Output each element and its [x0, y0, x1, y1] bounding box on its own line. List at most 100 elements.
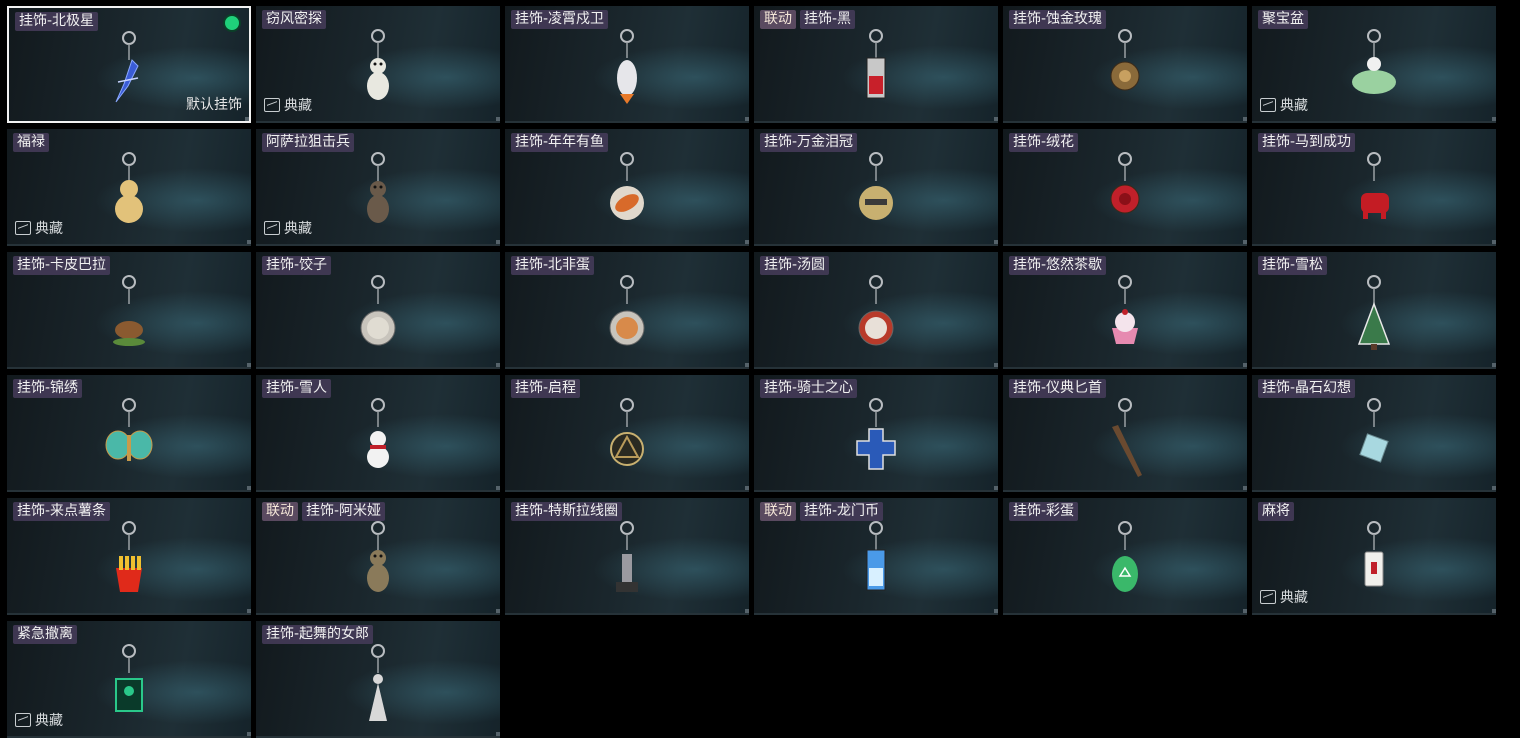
pendant-card[interactable]: 挂饰-卡皮巴拉 — [7, 252, 251, 369]
pendant-card[interactable]: 挂饰-雪人 — [256, 375, 500, 492]
pendant-preview-icon — [1110, 29, 1140, 91]
pendant-preview-icon — [609, 275, 645, 346]
pendant-card[interactable]: 挂饰-骑士之心 — [754, 375, 998, 492]
pendant-preview-icon — [115, 31, 139, 103]
collab-badge: 联动 — [760, 10, 796, 29]
pendant-preview-icon — [369, 644, 387, 721]
pendant-card[interactable]: 挂饰-汤圆 — [754, 252, 998, 369]
collection-badge: 典藏 — [1260, 95, 1308, 115]
collection-label: 典藏 — [35, 713, 63, 729]
pendant-name: 挂饰-启程 — [511, 379, 581, 398]
pendant-labels: 挂饰-蚀金玫瑰 — [1009, 10, 1107, 29]
pendant-card[interactable]: 挂饰-年年有鱼 — [505, 129, 749, 246]
pendant-labels: 窃风密探 — [262, 10, 326, 29]
pendant-labels: 紧急撤离 — [13, 625, 77, 644]
pendant-name: 挂饰-年年有鱼 — [511, 133, 609, 152]
pendant-preview-icon — [616, 521, 638, 592]
pendant-labels: 挂饰-饺子 — [262, 256, 332, 275]
pendant-card[interactable]: 挂饰-晶石幻想 — [1252, 375, 1496, 492]
pendant-card[interactable]: 福禄 典藏 — [7, 129, 251, 246]
pendant-card[interactable]: 挂饰-北极星 默认挂饰 — [7, 6, 251, 123]
pendant-labels: 联动 挂饰-龙门币 — [760, 502, 884, 521]
collab-badge: 联动 — [262, 502, 298, 521]
pendant-name: 紧急撤离 — [13, 625, 77, 644]
image-frame-icon — [264, 98, 280, 112]
collection-badge: 典藏 — [15, 218, 63, 238]
pendant-name: 窃风密探 — [262, 10, 326, 29]
pendant-card[interactable]: 挂饰-万金泪冠 — [754, 129, 998, 246]
pendant-labels: 挂饰-马到成功 — [1258, 133, 1356, 152]
pendant-preview-icon — [1364, 521, 1384, 587]
pendant-card[interactable]: 挂饰-饺子 — [256, 252, 500, 369]
pendant-card[interactable]: 挂饰-来点薯条 — [7, 498, 251, 615]
pendant-card[interactable]: 紧急撤离典藏 — [7, 621, 251, 738]
pendant-card[interactable]: 聚宝盆 典藏 — [1252, 6, 1496, 123]
pendant-labels: 挂饰-骑士之心 — [760, 379, 858, 398]
pendant-name: 挂饰-蚀金玫瑰 — [1009, 10, 1107, 29]
pendant-labels: 挂饰-悠然茶歇 — [1009, 256, 1107, 275]
pendant-name: 挂饰-黑 — [800, 10, 856, 29]
pendant-preview-icon — [115, 644, 143, 712]
pendant-preview-icon — [367, 521, 389, 592]
pendant-card[interactable]: 挂饰-绒花 — [1003, 129, 1247, 246]
pendant-labels: 挂饰-万金泪冠 — [760, 133, 858, 152]
pendant-card[interactable]: 挂饰-雪松 — [1252, 252, 1496, 369]
pendant-card[interactable]: 挂饰-蚀金玫瑰 — [1003, 6, 1247, 123]
pendant-labels: 挂饰-特斯拉线圈 — [511, 502, 623, 521]
image-frame-icon — [264, 221, 280, 235]
pendant-card[interactable]: 挂饰-特斯拉线圈 — [505, 498, 749, 615]
pendant-name: 聚宝盆 — [1258, 10, 1308, 29]
collection-badge: 典藏 — [1260, 587, 1308, 607]
pendant-name: 麻将 — [1258, 502, 1294, 521]
pendant-card[interactable]: 挂饰-马到成功 — [1252, 129, 1496, 246]
collection-badge: 典藏 — [264, 218, 312, 238]
collab-badge: 联动 — [760, 502, 796, 521]
pendant-name: 挂饰-晶石幻想 — [1258, 379, 1356, 398]
pendant-preview-icon — [1112, 275, 1138, 344]
pendant-card[interactable]: 挂饰-北非蛋 — [505, 252, 749, 369]
pendant-preview-icon — [1361, 152, 1389, 219]
pendant-name: 挂饰-起舞的女郎 — [262, 625, 374, 644]
pendant-preview-icon — [105, 398, 153, 461]
pendant-labels: 挂饰-仪典匕首 — [1009, 379, 1107, 398]
pendant-card[interactable]: 挂饰-起舞的女郎 — [256, 621, 500, 738]
pendant-name: 挂饰-仪典匕首 — [1009, 379, 1107, 398]
pendant-card[interactable]: 挂饰-启程 — [505, 375, 749, 492]
pendant-card[interactable]: 挂饰-悠然茶歇 — [1003, 252, 1247, 369]
pendant-card[interactable]: 麻将 典藏 — [1252, 498, 1496, 615]
pendant-preview-icon — [1359, 398, 1389, 463]
pendant-card[interactable]: 挂饰-凌霄戍卫 — [505, 6, 749, 123]
pendant-card[interactable]: 联动 挂饰-黑 — [754, 6, 998, 123]
pendant-card[interactable]: 联动 挂饰-阿米娅 — [256, 498, 500, 615]
pendant-preview-icon — [1357, 275, 1391, 350]
pendant-name: 挂饰-北非蛋 — [511, 256, 595, 275]
pendant-name: 挂饰-凌霄戍卫 — [511, 10, 609, 29]
collection-badge: 典藏 — [15, 710, 63, 730]
pendant-labels: 挂饰-晶石幻想 — [1258, 379, 1356, 398]
pendant-labels: 挂饰-汤圆 — [760, 256, 830, 275]
equipped-indicator-icon — [223, 14, 241, 32]
pendant-labels: 挂饰-锦绣 — [13, 379, 83, 398]
pendant-grid: 挂饰-北极星 默认挂饰 窃风密探 典藏 挂饰-凌霄戍卫 联动 挂饰-黑 挂饰-蚀金玫瑰 聚宝盆典… — [7, 6, 1496, 738]
pendant-preview-icon — [367, 398, 389, 468]
pendant-card[interactable]: 挂饰-仪典匕首 — [1003, 375, 1247, 492]
collection-badge: 典藏 — [264, 95, 312, 115]
image-frame-icon — [1260, 590, 1276, 604]
pendant-card[interactable]: 联动 挂饰-龙门币 — [754, 498, 998, 615]
collection-label: 典藏 — [284, 221, 312, 237]
pendant-preview-icon — [1352, 29, 1396, 94]
pendant-name: 阿萨拉狙击兵 — [262, 133, 354, 152]
collection-label: 典藏 — [284, 98, 312, 114]
image-frame-icon — [15, 713, 31, 727]
pendant-card[interactable]: 窃风密探典藏 — [256, 6, 500, 123]
pendant-name: 挂饰-汤圆 — [760, 256, 830, 275]
pendant-preview-icon — [113, 275, 145, 346]
pendant-preview-icon — [610, 152, 644, 220]
pendant-name: 挂饰-卡皮巴拉 — [13, 256, 111, 275]
pendant-card[interactable]: 挂饰-锦绣 — [7, 375, 251, 492]
pendant-card[interactable]: 阿萨拉狙击兵典藏 — [256, 129, 500, 246]
pendant-card[interactable]: 挂饰-彩蛋 — [1003, 498, 1247, 615]
pendant-name: 挂饰-龙门币 — [800, 502, 884, 521]
pendant-name: 挂饰-北极星 — [15, 12, 99, 31]
pendant-name: 挂饰-阿米娅 — [302, 502, 386, 521]
